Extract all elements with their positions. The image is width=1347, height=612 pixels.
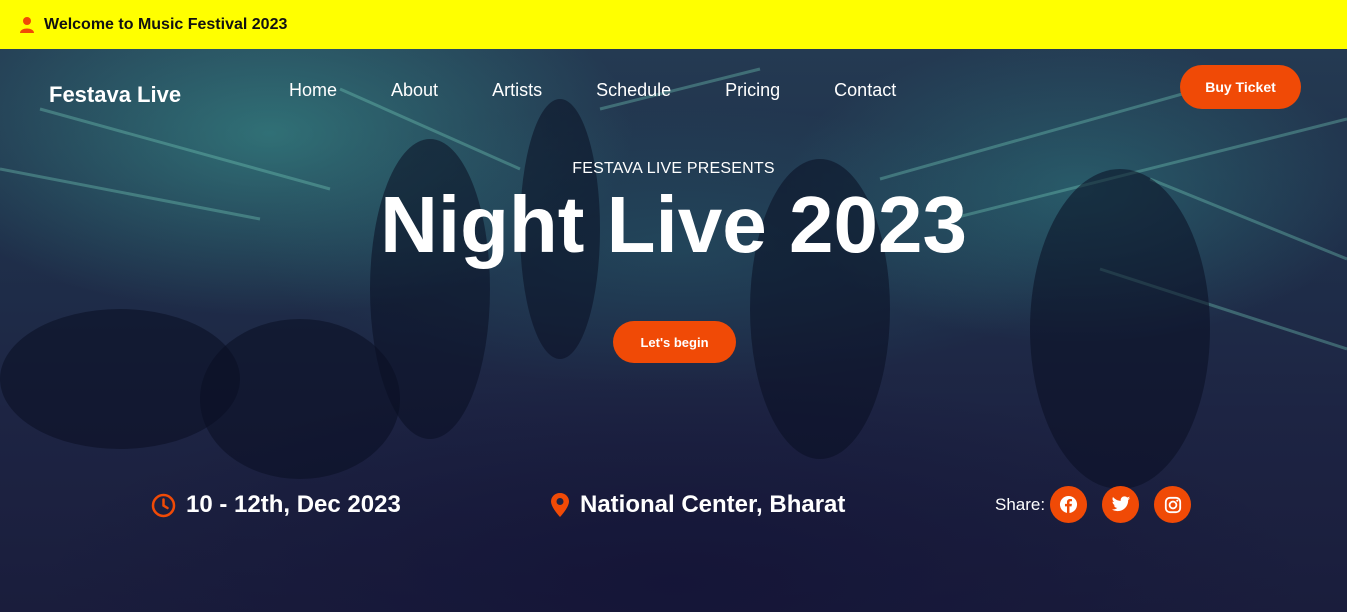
announcement-bar: Welcome to Music Festival 2023 — [0, 0, 1347, 49]
hero-title: Night Live 2023 — [380, 180, 967, 269]
buy-ticket-button[interactable]: Buy Ticket — [1180, 65, 1301, 109]
instagram-icon[interactable] — [1154, 486, 1192, 523]
facebook-icon[interactable] — [1050, 486, 1088, 523]
main-nav: Home About Artists Schedule Pricing Cont… — [289, 80, 896, 101]
nav-schedule[interactable]: Schedule — [596, 80, 671, 101]
nav-artists[interactable]: Artists — [492, 80, 542, 101]
nav-pricing[interactable]: Pricing — [725, 80, 780, 101]
map-pin-icon — [550, 492, 570, 518]
event-date: 10 - 12th, Dec 2023 — [151, 491, 401, 519]
hero-presents: FESTAVA LIVE PRESENTS — [572, 160, 775, 177]
event-location: National Center, Bharat — [550, 491, 845, 519]
share-bar: Share: — [995, 486, 1192, 523]
welcome-text: Welcome to Music Festival 2023 — [44, 15, 288, 33]
lets-begin-button[interactable]: Let's begin — [613, 321, 736, 363]
brand-logo[interactable]: Festava Live — [49, 82, 181, 108]
twitter-icon[interactable] — [1102, 486, 1140, 523]
user-icon — [19, 16, 35, 34]
nav-contact[interactable]: Contact — [834, 80, 896, 101]
event-date-text: 10 - 12th, Dec 2023 — [186, 491, 401, 518]
clock-icon — [151, 493, 176, 518]
event-location-text: National Center, Bharat — [580, 491, 846, 518]
share-label: Share: — [995, 494, 1046, 514]
nav-home[interactable]: Home — [289, 80, 337, 101]
nav-about[interactable]: About — [391, 80, 438, 101]
